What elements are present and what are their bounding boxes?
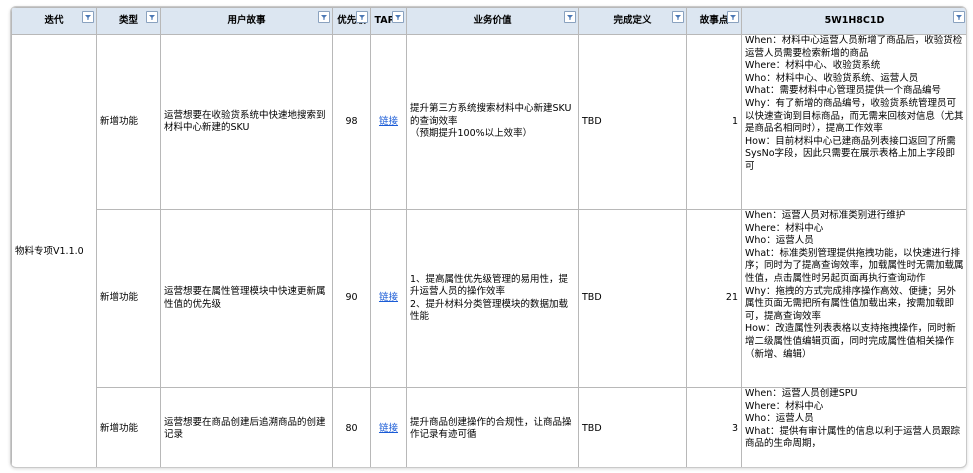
points-cell[interactable]: 3 <box>686 387 742 467</box>
w5-cell[interactable]: When：运营人员创建SPU Where：材料中心 Who：运营人员 What：… <box>741 387 966 467</box>
tapd-cell[interactable]: 链接 <box>370 209 407 388</box>
iteration-cell[interactable]: 物料专项V1.1.0 <box>11 34 97 467</box>
points-cell[interactable]: 1 <box>686 34 742 210</box>
value-line: 1、提高属性优先级管理的易用性，提升运营人员的操作效率 <box>410 273 569 298</box>
dod-cell[interactable]: TBD <box>578 34 687 210</box>
column-header-5w1h: 5W1H8C1D <box>741 7 966 35</box>
filter-icon[interactable] <box>727 11 739 23</box>
w5-cell[interactable]: When：材料中心运营人员新增了商品后，收验货检运营人员需要检索新增的商品 Wh… <box>741 34 966 210</box>
header-label: 完成定义 <box>613 14 652 26</box>
filter-icon[interactable] <box>82 11 94 23</box>
column-header-type: 类型 <box>96 7 161 35</box>
story-cell[interactable]: 运营想要在属性管理模块中快速更新属性值的优先级 <box>160 209 333 388</box>
w5-cell[interactable]: When：运营人员对标准类别进行维护 Where：材料中心 Who：运营人员 W… <box>741 209 966 388</box>
w5-line: Where：材料中心、收验货系统 <box>745 60 881 72</box>
story-cell[interactable]: 运营想要在收验货系统中快速地搜索到材料中心新建的SKU <box>160 34 333 210</box>
value-line: 提升第三方系统搜索材料中心新建SKU的查询效率 <box>410 103 572 127</box>
priority-cell[interactable]: 98 <box>332 34 371 210</box>
story-cell[interactable]: 运营想要在商品创建后追溯商品的创建记录 <box>160 387 333 467</box>
spreadsheet-window: 迭代 类型 用户故事 优先级 TAPD 业务价值 完成定义 故事点 5W1H8C… <box>10 6 967 468</box>
table-row: 新增功能 运营想要在商品创建后追溯商品的创建记录 80 链接 提升商品创建操作的… <box>12 387 966 467</box>
tapd-link[interactable]: 链接 <box>379 423 398 434</box>
w5-line: Where：材料中心 <box>745 222 824 234</box>
w5-line: Where：材料中心 <box>745 400 824 412</box>
column-header-iteration: 迭代 <box>11 7 97 35</box>
priority-cell[interactable]: 80 <box>332 387 371 467</box>
w5-line: What：需要材料中心管理员提供一个商品编号 <box>745 85 941 97</box>
table-row: 新增功能 运营想要在属性管理模块中快速更新属性值的优先级 90 链接 1、提高属… <box>12 209 966 388</box>
tapd-link[interactable]: 链接 <box>379 292 398 303</box>
w5-line: Who：运营人员 <box>745 235 814 247</box>
w5-line: When：运营人员对标准类别进行维护 <box>745 210 906 222</box>
column-header-points: 故事点 <box>686 7 742 35</box>
tapd-link[interactable]: 链接 <box>379 116 398 127</box>
w5-line: Why：拖拽的方式完成排序操作高效、便捷；另外属性页面无需把所有属性值加载出来，… <box>745 285 957 322</box>
w5-line: How：改造属性列表表格以支持拖拽操作，同时新增二级属性值编辑页面，同时完成属性… <box>745 323 956 360</box>
type-cell[interactable]: 新增功能 <box>96 387 161 467</box>
header-row: 迭代 类型 用户故事 优先级 TAPD 业务价值 完成定义 故事点 5W1H8C… <box>11 7 966 35</box>
column-header-value: 业务价值 <box>406 7 579 35</box>
w5-line: What：提供有审计属性的信息以利于运营人员跟踪商品的生命周期， <box>745 425 960 450</box>
column-header-story: 用户故事 <box>160 7 333 35</box>
filter-icon[interactable] <box>146 11 158 23</box>
header-label: 业务价值 <box>473 14 512 26</box>
header-label: 迭代 <box>44 14 64 26</box>
filter-icon[interactable] <box>672 11 684 23</box>
header-label: 5W1H8C1D <box>824 14 885 26</box>
filter-icon[interactable] <box>564 11 576 23</box>
column-header-tapd: TAPD <box>370 7 407 35</box>
header-label: 类型 <box>118 14 138 26</box>
w5-line: Why：有了新增的商品编号，收验货系统管理员可以快速查询到目标商品，而无需来回核… <box>745 97 964 135</box>
value-line: （预期提升100%以上效率） <box>410 128 533 140</box>
filter-icon[interactable] <box>392 11 404 23</box>
filter-icon[interactable] <box>318 11 330 23</box>
value-cell[interactable]: 提升商品创建操作的合规性，让商品操作记录有迹可循 <box>406 387 579 467</box>
w5-line: How：目前材料中心已建商品列表接口返回了所需SysNo字段，因此只需要在展示表… <box>745 135 956 172</box>
filter-icon[interactable] <box>953 11 965 23</box>
w5-line: When：材料中心运营人员新增了商品后，收验货检运营人员需要检索新增的商品 <box>745 35 963 59</box>
header-label: 故事点 <box>699 14 729 26</box>
value-cell[interactable]: 1、提高属性优先级管理的易用性，提升运营人员的操作效率 2、提升材料分类管理模块的… <box>406 209 579 388</box>
w5-line: When：运营人员创建SPU <box>745 388 858 400</box>
header-label: 用户故事 <box>227 14 266 26</box>
w5-line: Who：材料中心、收验货系统、运营人员 <box>745 72 919 84</box>
w5-line: Who：运营人员 <box>745 413 814 425</box>
table-row: 物料专项V1.1.0 新增功能 运营想要在收验货系统中快速地搜索到材料中心新建的… <box>11 34 966 467</box>
iteration-value: 物料专项V1.1.0 <box>15 246 84 258</box>
type-cell[interactable]: 新增功能 <box>96 34 161 210</box>
column-header-priority: 优先级 <box>332 7 371 35</box>
dod-cell[interactable]: TBD <box>578 209 687 388</box>
w5-line: What：标准类别管理提供拖拽功能，以快速进行排序；同时为了提高查询效率，加载属… <box>745 247 964 284</box>
column-header-dod: 完成定义 <box>578 7 687 35</box>
value-line: 提升商品创建操作的合规性，让商品操作记录有迹可循 <box>410 416 572 441</box>
tapd-cell[interactable]: 链接 <box>370 387 407 467</box>
user-story-table: 迭代 类型 用户故事 优先级 TAPD 业务价值 完成定义 故事点 5W1H8C… <box>11 7 966 467</box>
points-cell[interactable]: 21 <box>686 209 742 388</box>
priority-cell[interactable]: 90 <box>332 209 371 388</box>
tapd-cell[interactable]: 链接 <box>370 34 407 210</box>
dod-cell[interactable]: TBD <box>578 387 687 467</box>
filter-icon[interactable] <box>356 11 368 23</box>
value-line: 2、提升材料分类管理模块的数据加载性能 <box>410 298 569 323</box>
value-cell[interactable]: 提升第三方系统搜索材料中心新建SKU的查询效率 （预期提升100%以上效率） <box>406 34 579 210</box>
type-cell[interactable]: 新增功能 <box>96 209 161 388</box>
